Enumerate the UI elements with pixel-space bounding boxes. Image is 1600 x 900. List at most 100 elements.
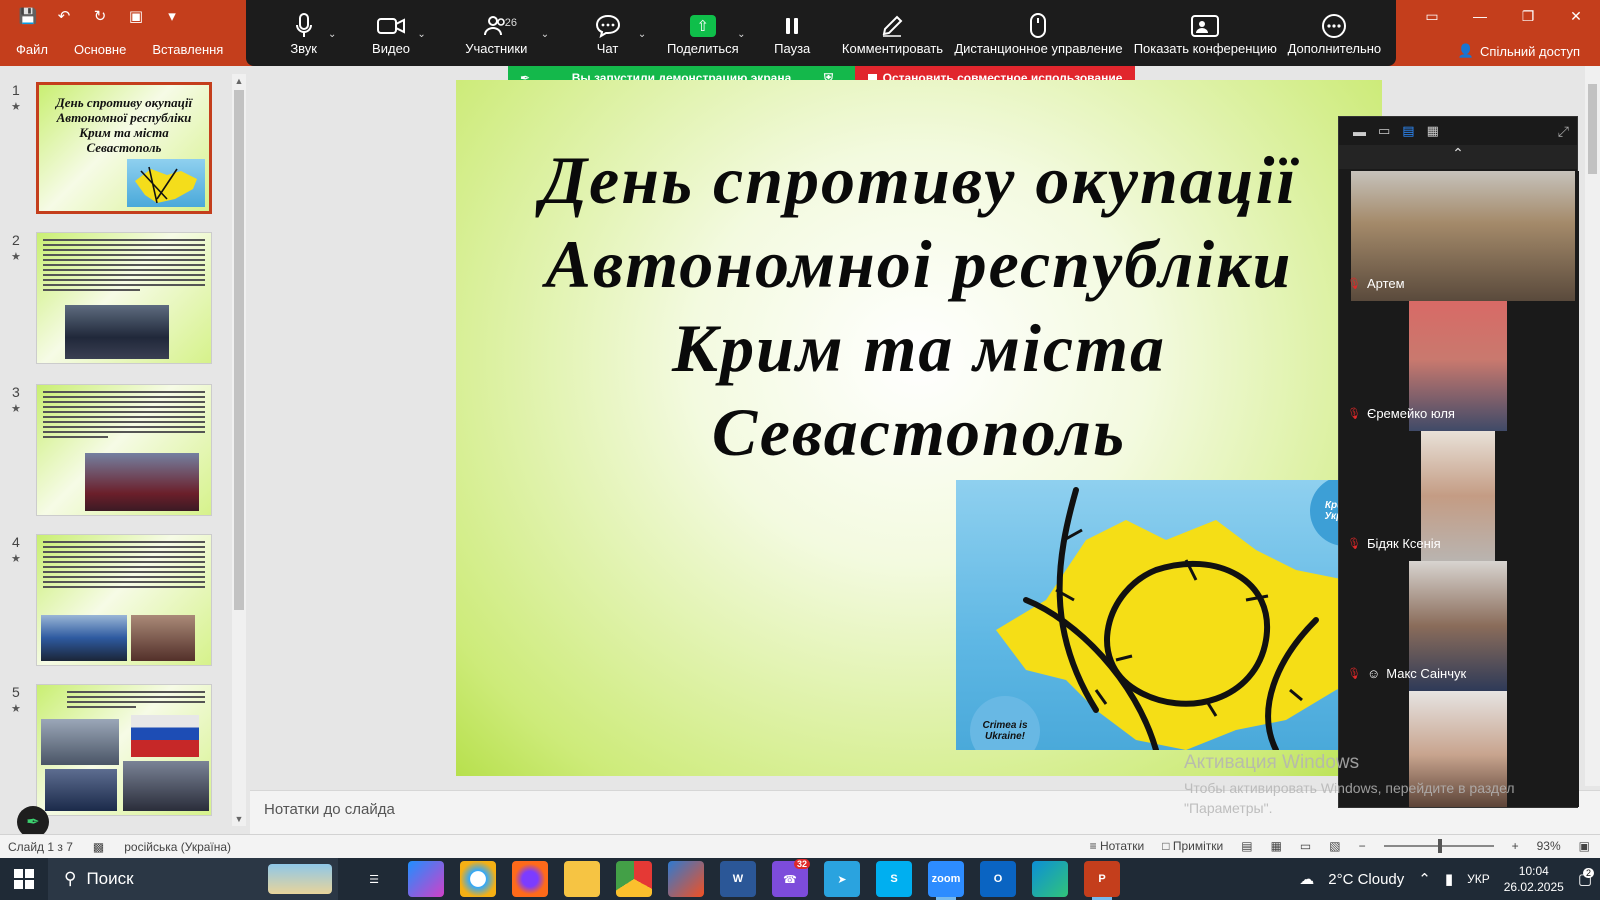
speaker-view-icon[interactable]: ▤	[1402, 123, 1414, 139]
video-button[interactable]: ⌄ Видео	[349, 11, 432, 56]
slide-thumbnail[interactable]	[36, 232, 212, 364]
restore-button[interactable]: ❐	[1504, 0, 1552, 32]
crimea-barbed-wire-image[interactable]: Крим це Україна! Crimea is Ukraine!	[956, 480, 1382, 750]
word-icon[interactable]: W	[720, 861, 756, 897]
slide-thumbnail[interactable]	[36, 534, 212, 666]
task-view-icon[interactable]: ☰	[356, 861, 392, 897]
outlook-icon[interactable]: O	[980, 861, 1016, 897]
battery-icon[interactable]: ▮	[1445, 870, 1453, 888]
minimize-gallery-icon[interactable]: ▬	[1353, 124, 1366, 139]
close-button[interactable]: ✕	[1552, 0, 1600, 32]
ribbon-display-icon[interactable]: ▭	[1408, 0, 1456, 32]
share-button[interactable]: 👤 Спільний доступ	[1458, 43, 1580, 59]
slide-thumbnail[interactable]	[36, 684, 212, 816]
store-icon[interactable]	[668, 861, 704, 897]
text-block	[67, 691, 205, 711]
animation-star-icon: ★	[11, 251, 21, 263]
audio-button[interactable]: ⌄ Звук	[258, 11, 349, 56]
chrome-icon[interactable]	[616, 861, 652, 897]
tab-file[interactable]: Файл	[16, 42, 48, 57]
tab-home[interactable]: Основне	[74, 42, 126, 57]
weather-icon[interactable]: ☁	[1299, 870, 1314, 888]
edge-icon[interactable]	[1032, 861, 1068, 897]
chevron-down-icon[interactable]: ⌄	[541, 29, 549, 40]
quick-access-toolbar: 💾 ↶ ↻ ▣ ▾	[18, 6, 182, 26]
weather-text[interactable]: 2°C Cloudy	[1328, 871, 1404, 888]
participant-tile[interactable]: 🎙 ☺ Макс Саінчук	[1339, 561, 1579, 691]
slideshow-icon[interactable]: ▧	[1329, 839, 1340, 853]
present-icon[interactable]: ▣	[126, 6, 146, 26]
text-block	[43, 391, 205, 441]
undo-icon[interactable]: ↶	[54, 6, 74, 26]
chat-button[interactable]: ⌄ Чат	[560, 11, 655, 56]
redo-icon[interactable]: ↻	[90, 6, 110, 26]
notification-center-icon[interactable]: ▢ 2	[1578, 868, 1594, 888]
viber-icon[interactable]: ☎ 32	[772, 859, 810, 897]
copilot-icon[interactable]	[408, 861, 444, 897]
scroll-down-icon[interactable]: ▼	[232, 814, 246, 824]
zoom-in-icon[interactable]: +	[1512, 839, 1519, 853]
participant-tile[interactable]: 🎙 Бідяк Ксенія	[1339, 431, 1579, 561]
current-slide[interactable]: День спротиву окупації Автономноі респуб…	[456, 80, 1382, 776]
participant-tile[interactable]: 🎙 Артем	[1339, 171, 1579, 301]
pause-share-button[interactable]: Пауза	[751, 11, 834, 56]
notes-toggle[interactable]: ≡ Нотатки	[1090, 839, 1145, 853]
reading-view-icon[interactable]: ▭	[1300, 839, 1311, 853]
gallery-view-controls: ▬ ▭ ▤ ▦ ⤢	[1339, 117, 1577, 145]
share-screen-button[interactable]: ⇧ ⌄ Поделиться	[655, 11, 750, 56]
annotate-button[interactable]: Комментировать	[834, 11, 951, 56]
firefox-icon[interactable]	[512, 861, 548, 897]
zoom-out-icon[interactable]: −	[1359, 839, 1366, 853]
save-icon[interactable]: 💾	[18, 6, 38, 26]
zoom-slider-knob[interactable]	[1437, 839, 1442, 853]
comments-toggle[interactable]: □ Примітки	[1162, 839, 1223, 853]
skype-icon[interactable]: S	[876, 861, 912, 897]
participants-button[interactable]: 26 ⌄ Участники	[433, 11, 560, 56]
normal-view-icon[interactable]: ▤	[1241, 839, 1252, 853]
slide-thumbnail[interactable]: День спротиву окупації Автономної респуб…	[36, 82, 212, 214]
tab-insert[interactable]: Вставлення	[152, 42, 223, 57]
remote-control-button[interactable]: Дистанционное управление	[951, 11, 1126, 56]
slide-title[interactable]: День спротиву окупації Автономноі респуб…	[496, 138, 1342, 474]
fit-to-window-icon[interactable]: ▣	[1579, 839, 1590, 853]
slide-thumbnails-panel: 1 ★ День спротиву окупації Автономної ре…	[0, 66, 250, 834]
microphone-icon	[295, 11, 313, 41]
taskbar-search[interactable]: ⚲ Поиск	[48, 858, 338, 900]
slide-sorter-icon[interactable]: ▦	[1271, 839, 1282, 853]
chevron-down-icon[interactable]: ⌄	[737, 29, 745, 40]
windows-logo-icon	[14, 869, 34, 889]
zoom-slider[interactable]	[1383, 839, 1494, 853]
chevron-up-icon[interactable]: ⌃	[1418, 870, 1431, 888]
slide-thumbnail[interactable]	[36, 384, 212, 516]
thumbnails-scrollbar[interactable]: ▲ ▼	[232, 74, 246, 826]
more-button[interactable]: Дополнительно	[1285, 11, 1384, 56]
gallery-scroll-up[interactable]: ⌃	[1339, 145, 1577, 169]
zoom-level[interactable]: 93%	[1537, 839, 1561, 853]
start-button[interactable]	[0, 858, 48, 900]
minimize-button[interactable]: —	[1456, 0, 1504, 32]
chevron-down-icon[interactable]: ⌄	[417, 29, 425, 40]
zoom-icon[interactable]: zoom	[928, 861, 964, 900]
chrome-canary-icon[interactable]	[460, 861, 496, 897]
scroll-up-icon[interactable]: ▲	[232, 76, 246, 86]
participant-tile[interactable]: 🎙 Єремейко юля	[1339, 301, 1579, 431]
grid-view-icon[interactable]: ▦	[1427, 123, 1439, 139]
chevron-down-icon[interactable]: ⌄	[328, 29, 336, 40]
slide-scrollbar[interactable]	[1585, 66, 1600, 786]
file-explorer-icon[interactable]	[564, 861, 600, 897]
powerpoint-icon[interactable]: P	[1084, 861, 1120, 900]
telegram-icon[interactable]: ➤	[824, 861, 860, 897]
customize-qat-icon[interactable]: ▾	[162, 6, 182, 26]
show-meeting-button[interactable]: Показать конференцию	[1126, 11, 1285, 56]
pencil-icon	[880, 11, 904, 41]
crimea-map-thumb	[127, 159, 205, 207]
expand-icon[interactable]: ⤢	[1558, 123, 1569, 140]
chevron-down-icon[interactable]: ⌄	[638, 29, 646, 40]
language-indicator[interactable]: російська (Україна)	[124, 840, 231, 854]
clock[interactable]: 10:04 26.02.2025	[1504, 863, 1564, 895]
scrollbar-thumb[interactable]	[1588, 84, 1597, 174]
accessibility-icon[interactable]: ▩	[93, 840, 104, 854]
language-indicator[interactable]: УКР	[1467, 872, 1490, 886]
scrollbar-thumb[interactable]	[234, 90, 244, 610]
thumbnail-view-icon[interactable]: ▭	[1378, 123, 1390, 139]
